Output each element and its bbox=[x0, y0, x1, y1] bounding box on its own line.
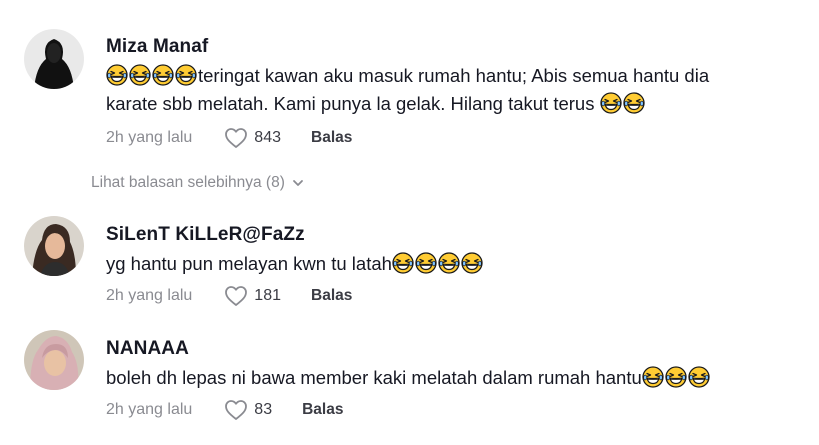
avatar[interactable] bbox=[24, 330, 84, 390]
heart-outline-icon bbox=[224, 285, 248, 307]
comment-text: boleh dh lepas ni bawa member kaki melat… bbox=[106, 364, 711, 392]
grinning-squinting-face-with-tears-icon bbox=[622, 92, 645, 114]
grinning-squinting-face-with-tears-icon bbox=[129, 64, 151, 86]
avatar[interactable] bbox=[24, 29, 84, 89]
grinning-squinting-face-with-tears-icon bbox=[438, 252, 460, 274]
timestamp: 2h yang lalu bbox=[106, 129, 193, 146]
chevron-down-icon bbox=[285, 176, 305, 190]
grinning-squinting-face-with-tears-icon bbox=[599, 92, 622, 114]
timestamp: 2h yang lalu bbox=[106, 401, 193, 418]
heart-outline-icon bbox=[224, 399, 248, 421]
grinning-squinting-face-with-tears-icon bbox=[152, 64, 174, 86]
like-button[interactable]: 83 bbox=[224, 399, 272, 421]
view-more-replies-button[interactable]: Lihat balasan selebihnya (8) bbox=[91, 174, 305, 192]
grinning-squinting-face-with-tears-icon bbox=[642, 366, 664, 388]
grinning-squinting-face-with-tears-icon bbox=[665, 366, 687, 388]
view-more-replies-label: Lihat balasan selebihnya (8) bbox=[91, 174, 285, 191]
reply-button[interactable]: Balas bbox=[302, 401, 343, 419]
like-button[interactable]: 181 bbox=[224, 285, 281, 307]
comment-meta: 2h yang lalu 83 Balas bbox=[106, 398, 343, 422]
username[interactable]: NANAAA bbox=[106, 338, 189, 360]
grinning-squinting-face-with-tears-icon bbox=[415, 252, 437, 274]
grinning-squinting-face-with-tears-icon bbox=[392, 252, 414, 274]
comment-text-line2-wrap: karate sbb melatah. Kami punya la gelak.… bbox=[106, 90, 646, 118]
heart-outline-icon bbox=[224, 127, 248, 149]
username[interactable]: Miza Manaf bbox=[106, 36, 208, 58]
like-count: 181 bbox=[254, 287, 281, 304]
grinning-squinting-face-with-tears-icon bbox=[175, 64, 197, 86]
avatar[interactable] bbox=[24, 216, 84, 276]
like-button[interactable]: 843 bbox=[224, 127, 281, 149]
timestamp: 2h yang lalu bbox=[106, 287, 193, 304]
comment-text-line1: teringat kawan aku masuk rumah hantu; Ab… bbox=[198, 65, 710, 86]
comment-meta: 2h yang lalu 181 Balas bbox=[106, 284, 352, 308]
comment-meta: 2h yang lalu 843 Balas bbox=[106, 126, 352, 150]
comment-text-line2: karate sbb melatah. Kami punya la gelak.… bbox=[106, 93, 595, 114]
username[interactable]: SiLenT KiLLeR@FaZz bbox=[106, 224, 305, 246]
grinning-squinting-face-with-tears-icon bbox=[688, 366, 710, 388]
reply-button[interactable]: Balas bbox=[311, 129, 352, 147]
grinning-squinting-face-with-tears-icon bbox=[461, 252, 483, 274]
like-count: 843 bbox=[254, 129, 281, 146]
comment-text-line1: boleh dh lepas ni bawa member kaki melat… bbox=[106, 367, 642, 388]
comment-text: teringat kawan aku masuk rumah hantu; Ab… bbox=[106, 62, 709, 90]
like-count: 83 bbox=[254, 401, 273, 418]
comment-text-line1: yg hantu pun melayan kwn tu latah bbox=[106, 253, 392, 274]
comment-text: yg hantu pun melayan kwn tu latah bbox=[106, 250, 484, 278]
grinning-squinting-face-with-tears-icon bbox=[106, 64, 128, 86]
reply-button[interactable]: Balas bbox=[311, 287, 352, 305]
